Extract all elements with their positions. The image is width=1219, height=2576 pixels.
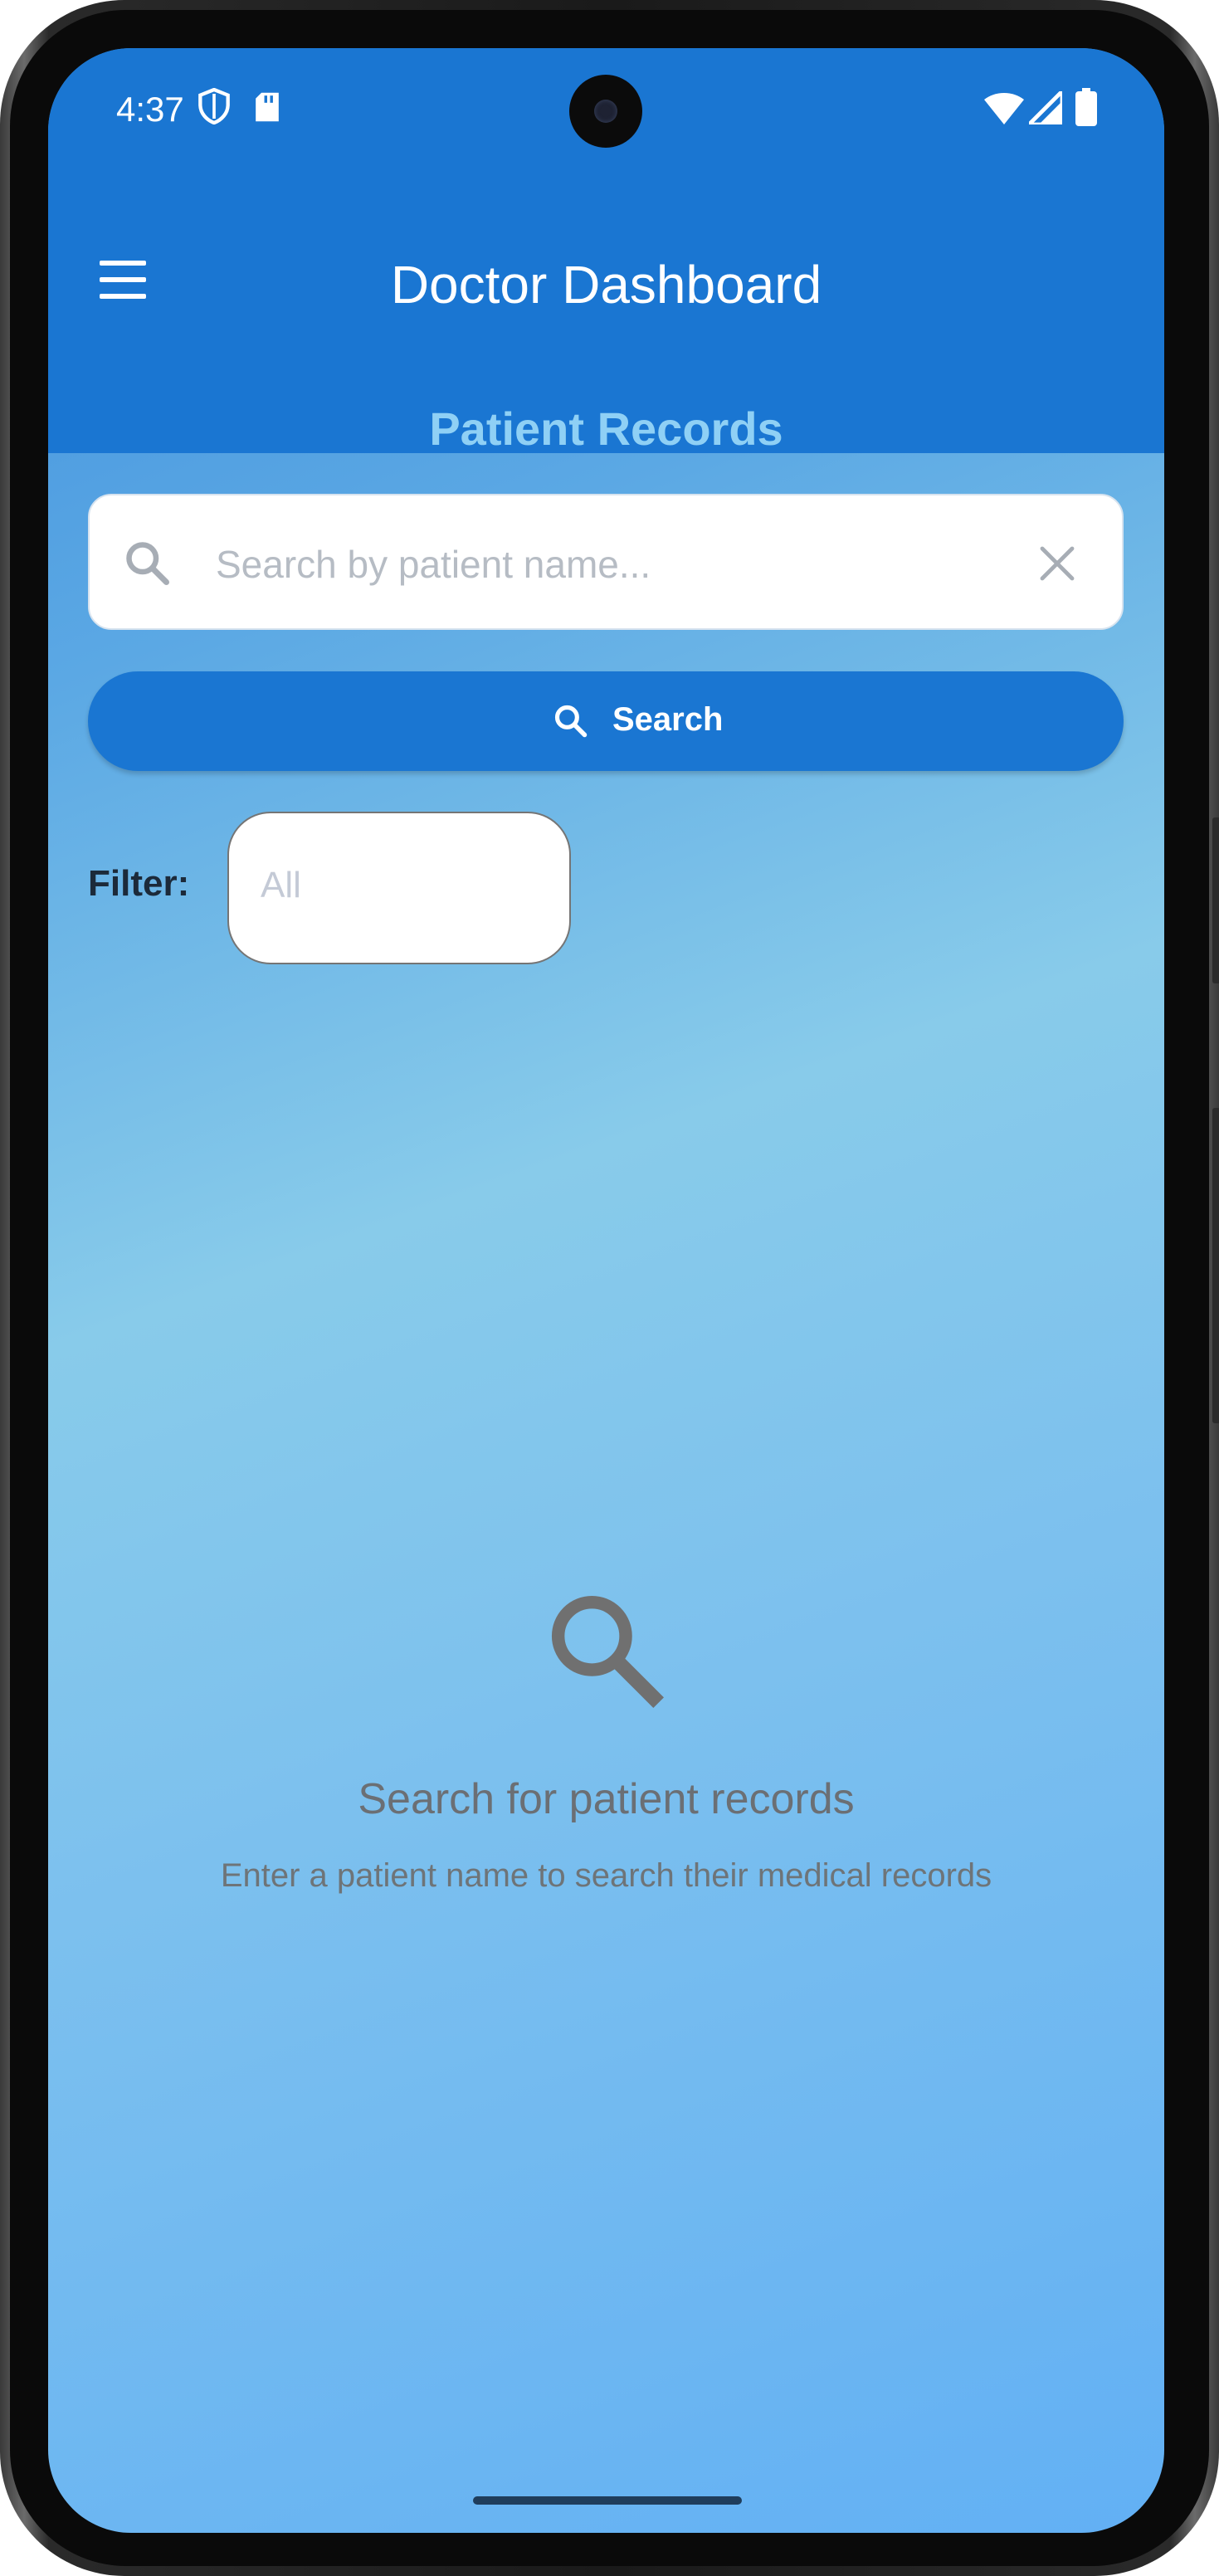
- signal-icon: [1024, 86, 1065, 129]
- home-indicator[interactable]: [473, 2496, 742, 2505]
- wifi-icon: [984, 93, 1024, 129]
- filter-label: Filter:: [88, 863, 190, 904]
- sd-card-icon: [252, 91, 282, 127]
- section-subtitle: Patient Records: [429, 402, 783, 455]
- battery-icon: [1075, 88, 1097, 130]
- close-icon[interactable]: [1037, 544, 1077, 588]
- page-title: Doctor Dashboard: [390, 255, 822, 315]
- device-frame: 4:37 Doctor Dashboard Patient Records Se…: [0, 0, 1219, 2576]
- search-field[interactable]: [88, 494, 1124, 630]
- search-icon: [544, 1588, 667, 1715]
- power-button: [1212, 817, 1219, 983]
- empty-state-message: Enter a patient name to search their med…: [220, 1857, 992, 1894]
- search-icon: [553, 703, 589, 744]
- screen: 4:37 Doctor Dashboard Patient Records Se…: [48, 48, 1164, 2533]
- search-icon: [123, 539, 173, 593]
- filter-dropdown[interactable]: All: [227, 812, 571, 964]
- volume-button: [1212, 1108, 1219, 1423]
- app-bar: 4:37 Doctor Dashboard Patient Records: [48, 48, 1164, 455]
- search-button-label: Search: [612, 701, 724, 738]
- shield-icon: [197, 87, 231, 129]
- filter-selected-value: All: [261, 865, 301, 905]
- front-camera: [569, 75, 642, 148]
- status-bar: 4:37: [48, 48, 1164, 173]
- empty-state-title: Search for patient records: [358, 1775, 855, 1823]
- search-input[interactable]: [214, 529, 997, 600]
- search-button[interactable]: Search: [88, 671, 1124, 771]
- status-time: 4:37: [116, 90, 184, 129]
